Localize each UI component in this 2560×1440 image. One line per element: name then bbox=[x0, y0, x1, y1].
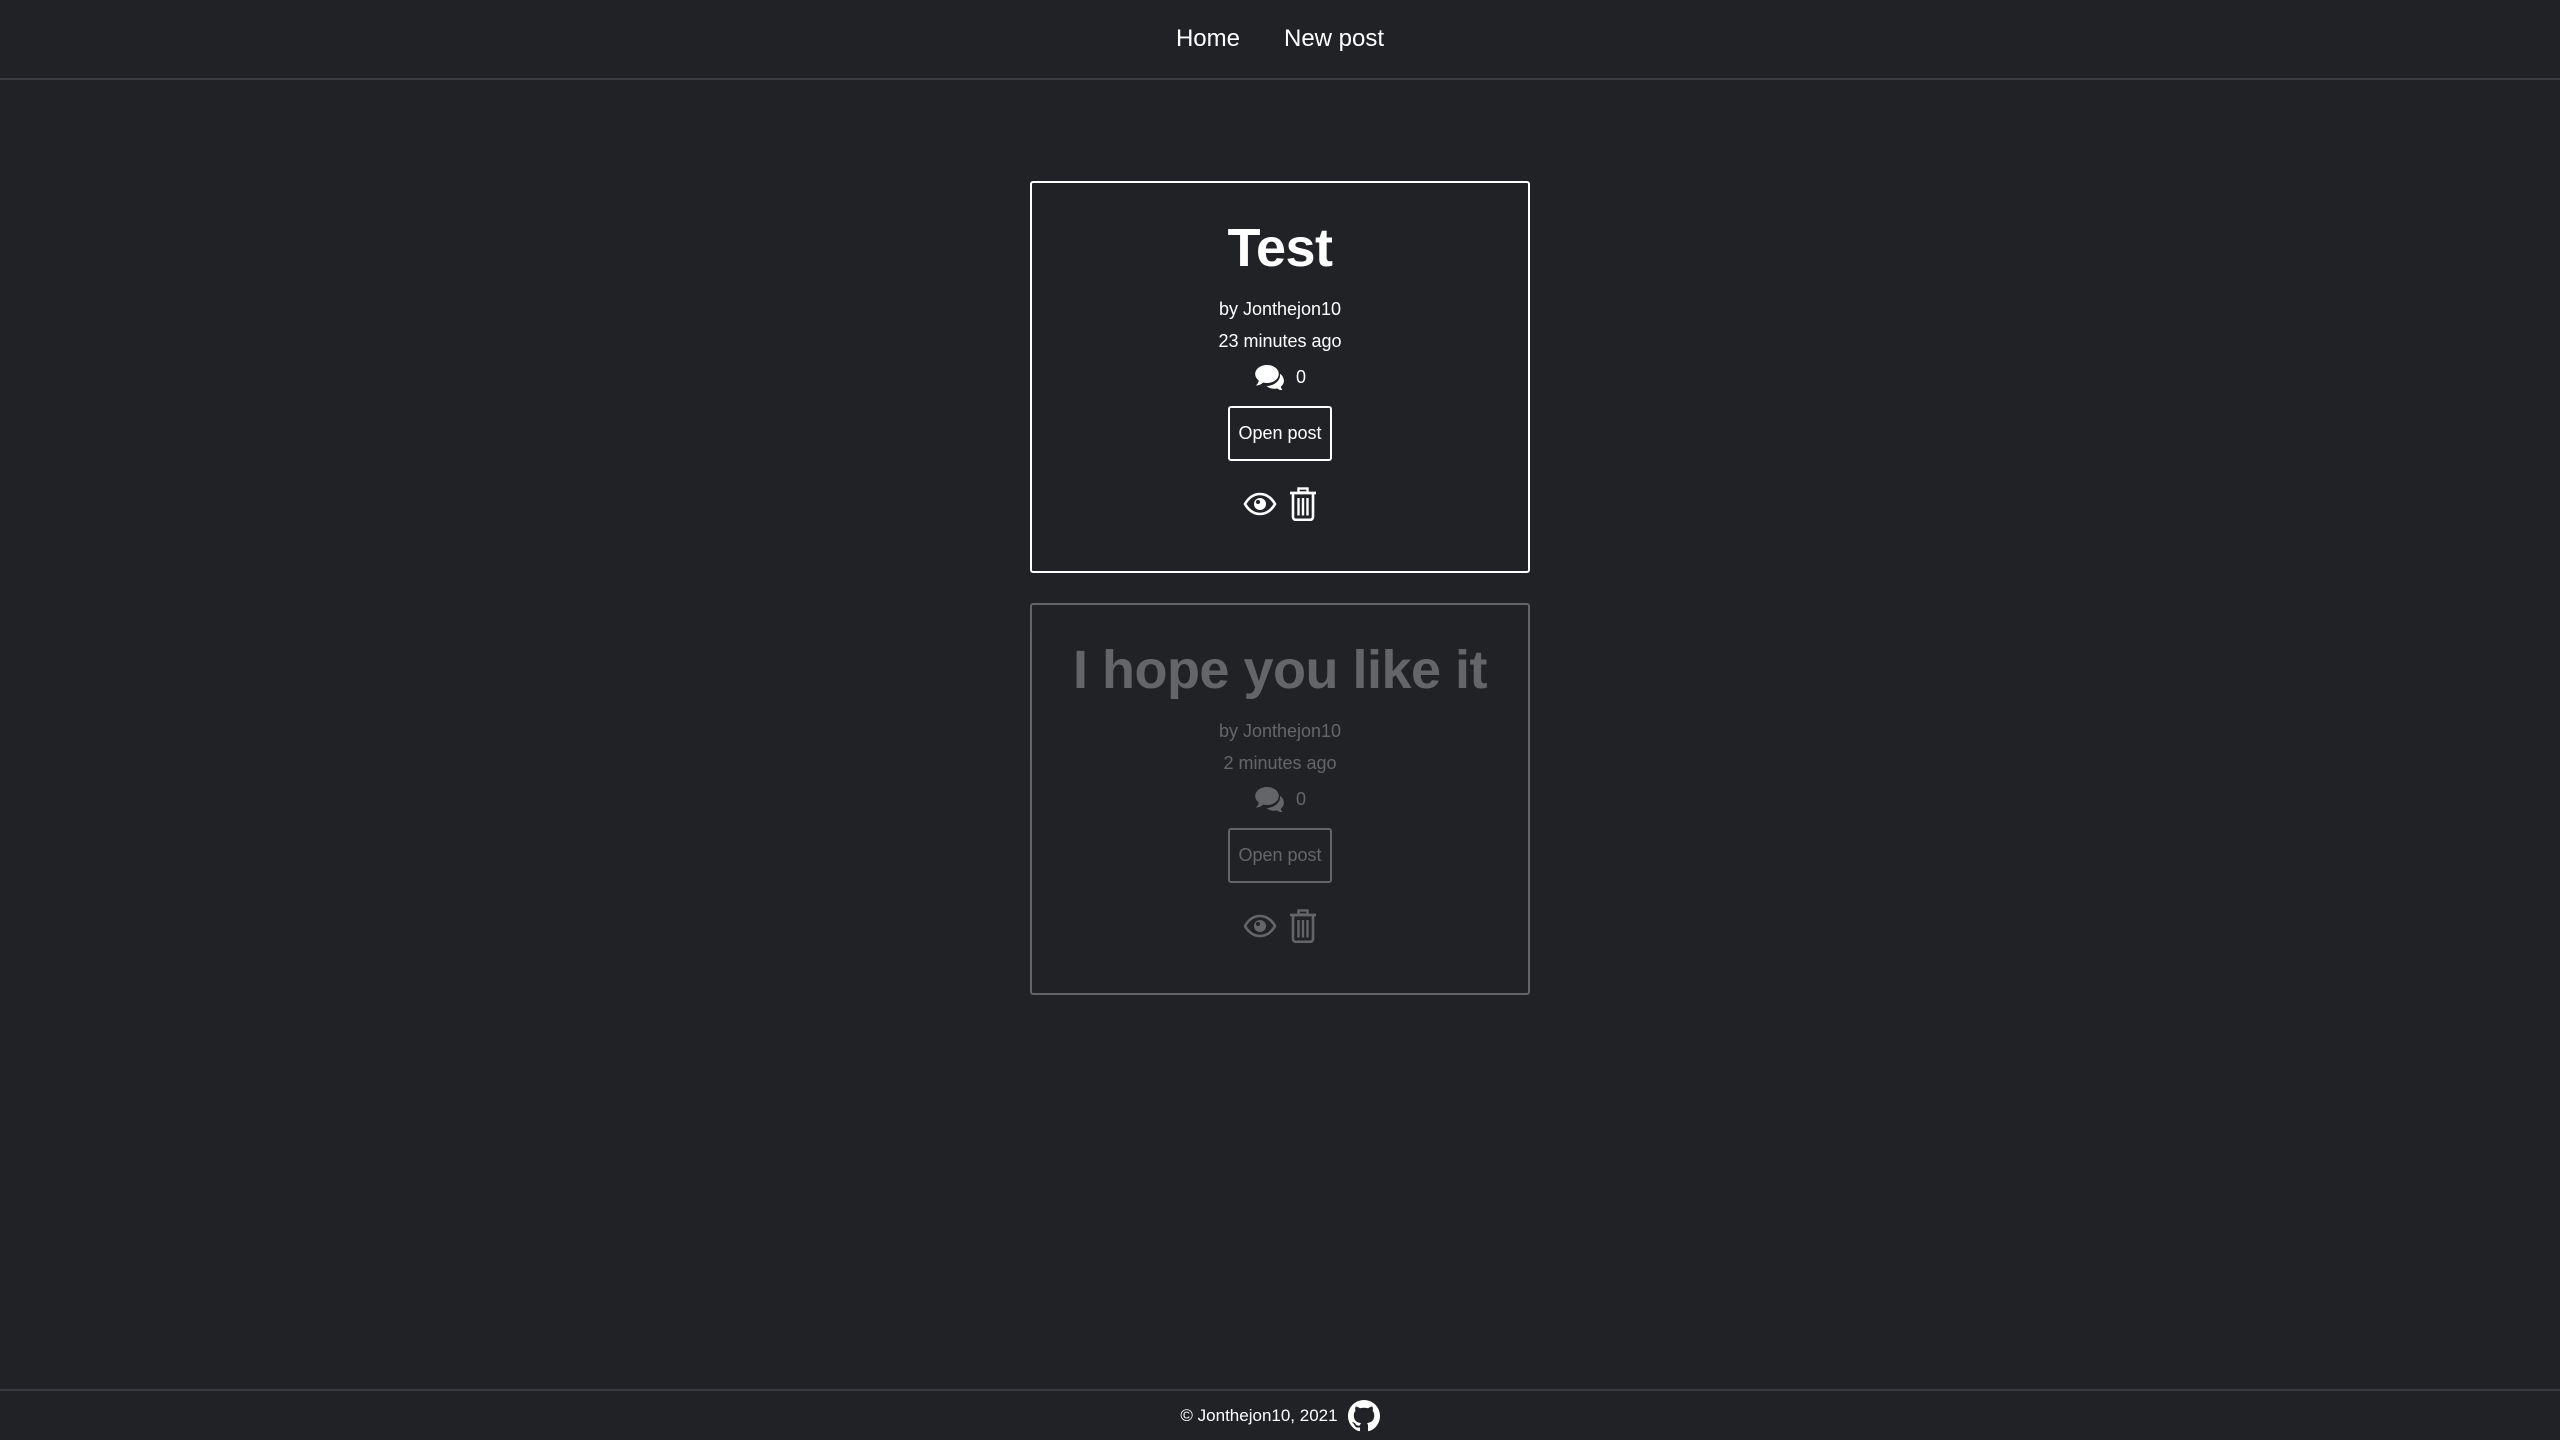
eye-icon[interactable] bbox=[1243, 492, 1277, 516]
post-title: I hope you like it bbox=[1072, 640, 1488, 700]
post-list: Test by Jonthejon10 23 minutes ago 0 Ope… bbox=[1030, 181, 1530, 1025]
post-actions bbox=[1243, 909, 1317, 944]
nav-home-link[interactable]: Home bbox=[1174, 23, 1242, 55]
github-icon[interactable] bbox=[1347, 1399, 1380, 1432]
post-author: by Jonthejon10 bbox=[1218, 299, 1342, 320]
trash-icon[interactable] bbox=[1289, 487, 1317, 522]
footer-copyright: © Jonthejon10, 2021 bbox=[1180, 1405, 1338, 1425]
comment-count: 0 bbox=[1254, 364, 1306, 391]
post-title: Test bbox=[1227, 218, 1333, 278]
comments-icon bbox=[1254, 786, 1286, 813]
open-post-button[interactable]: Open post bbox=[1228, 406, 1332, 462]
post-card: I hope you like it by Jonthejon10 2 minu… bbox=[1030, 603, 1530, 995]
footer: © Jonthejon10, 2021 bbox=[0, 1389, 2560, 1440]
post-actions bbox=[1243, 487, 1317, 522]
comment-count: 0 bbox=[1254, 786, 1306, 813]
open-post-button[interactable]: Open post bbox=[1228, 828, 1332, 884]
comment-count-value: 0 bbox=[1295, 788, 1306, 809]
post-author: by Jonthejon10 bbox=[1218, 721, 1342, 742]
nav-new-post-link[interactable]: New post bbox=[1282, 23, 1386, 55]
comment-count-value: 0 bbox=[1295, 366, 1306, 387]
post-time: 2 minutes ago bbox=[1223, 753, 1337, 774]
eye-icon[interactable] bbox=[1243, 914, 1277, 938]
post-time: 23 minutes ago bbox=[1218, 331, 1342, 352]
post-card: Test by Jonthejon10 23 minutes ago 0 Ope… bbox=[1030, 181, 1530, 573]
top-nav: Home New post bbox=[0, 0, 2560, 80]
comments-icon bbox=[1254, 364, 1286, 391]
trash-icon[interactable] bbox=[1289, 909, 1317, 944]
